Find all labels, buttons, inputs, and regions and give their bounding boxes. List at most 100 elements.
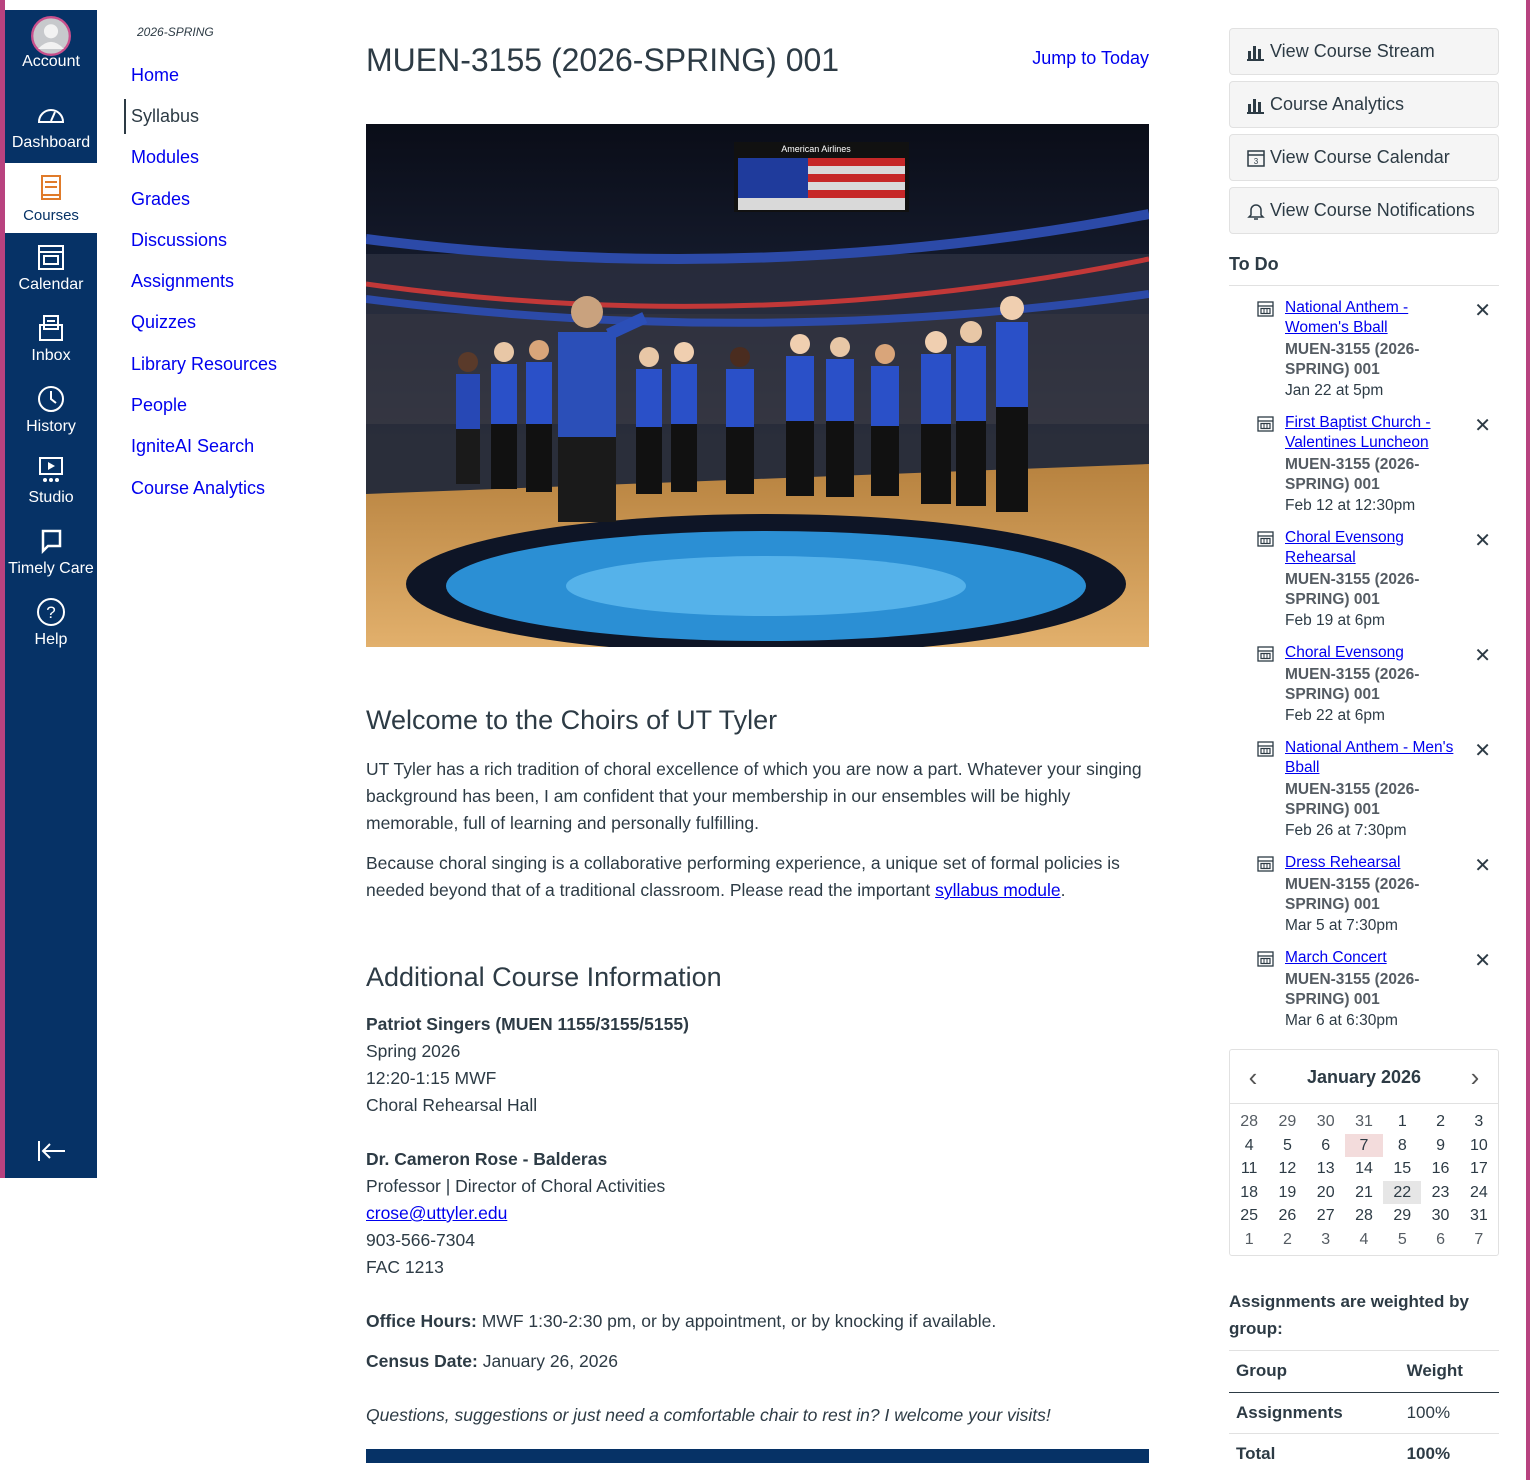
calendar-day[interactable]: 7 [1344, 1133, 1384, 1157]
calendar-day[interactable]: 22 [1383, 1180, 1422, 1204]
dashboard-icon [37, 109, 65, 123]
course-nav-discussions[interactable]: Discussions [124, 220, 324, 261]
view-course-notifications-button[interactable]: View Course Notifications [1229, 187, 1499, 234]
calendar-day[interactable]: 1 [1230, 1228, 1268, 1252]
global-nav-account[interactable]: Account [5, 16, 97, 88]
course-nav-library-resources[interactable]: Library Resources [124, 344, 324, 385]
global-nav-help[interactable]: ? Help [5, 595, 97, 665]
calendar-day[interactable]: 4 [1345, 1228, 1383, 1252]
calendar-day[interactable]: 27 [1307, 1204, 1345, 1228]
calendar-day[interactable]: 21 [1345, 1181, 1383, 1205]
calendar-day[interactable]: 6 [1421, 1228, 1459, 1252]
todo-title-link[interactable]: National Anthem - Men's Bball [1285, 738, 1463, 778]
calendar-day[interactable]: 14 [1345, 1157, 1383, 1181]
view-course-stream-button[interactable]: View Course Stream [1229, 28, 1499, 75]
calendar-icon [1257, 531, 1274, 547]
view-course-calendar-button[interactable]: 3 View Course Calendar [1229, 134, 1499, 181]
calendar-day[interactable]: 30 [1421, 1204, 1459, 1228]
course-nav-modules[interactable]: Modules [124, 137, 324, 178]
global-nav-studio[interactable]: Studio [5, 453, 97, 523]
course-nav-quizzes[interactable]: Quizzes [124, 302, 324, 343]
todo-title-link[interactable]: Choral Evensong [1285, 643, 1463, 663]
global-nav-label: Calendar [18, 276, 84, 293]
todo-title-link[interactable]: March Concert [1285, 948, 1463, 968]
calendar-day[interactable]: 12 [1268, 1157, 1306, 1181]
calendar-day[interactable]: 29 [1383, 1204, 1421, 1228]
clock-icon [38, 386, 64, 412]
calendar-day[interactable]: 2 [1421, 1110, 1459, 1134]
todo-title-link[interactable]: First Baptist Church - Valentines Lunche… [1285, 413, 1463, 453]
calendar-day[interactable]: 3 [1460, 1110, 1498, 1134]
calendar-day[interactable]: 9 [1421, 1134, 1459, 1158]
calendar-day[interactable]: 5 [1383, 1228, 1421, 1252]
course-nav-syllabus[interactable]: Syllabus [124, 99, 324, 135]
course-analytics-button[interactable]: Course Analytics [1229, 81, 1499, 128]
global-nav-timely-care[interactable]: Timely Care [5, 524, 97, 594]
calendar-icon [1257, 951, 1274, 967]
calendar-day[interactable]: 13 [1307, 1157, 1345, 1181]
calendar-day[interactable]: 19 [1268, 1181, 1306, 1205]
calendar-day[interactable]: 17 [1460, 1157, 1498, 1181]
calendar-day[interactable]: 7 [1460, 1228, 1498, 1252]
global-nav-calendar[interactable]: Calendar [5, 240, 97, 310]
calendar-day[interactable]: 24 [1460, 1181, 1498, 1205]
calendar-day[interactable]: 8 [1383, 1134, 1421, 1158]
close-icon[interactable]: ✕ [1474, 528, 1491, 553]
course-nav-assignments[interactable]: Assignments [124, 261, 324, 302]
todo-title-link[interactable]: Dress Rehearsal [1285, 853, 1463, 873]
jump-to-today-link[interactable]: Jump to Today [1032, 48, 1149, 69]
calendar-day[interactable]: 20 [1307, 1181, 1345, 1205]
todo-title-link[interactable]: National Anthem - Women's Bball [1285, 298, 1463, 338]
calendar-day[interactable]: 4 [1230, 1134, 1268, 1158]
course-nav-ignite-search[interactable]: IgniteAI Search [124, 426, 324, 467]
calendar-day[interactable]: 25 [1230, 1204, 1268, 1228]
todo-course: MUEN-3155 (2026-SPRING) 001 [1285, 571, 1420, 608]
calendar-day[interactable]: 28 [1345, 1204, 1383, 1228]
syllabus-module-link[interactable]: syllabus module [935, 880, 1060, 900]
course-nav-home[interactable]: Home [124, 55, 324, 96]
todo-course: MUEN-3155 (2026-SPRING) 001 [1285, 971, 1420, 1008]
right-sidebar: View Course Stream Course Analytics 3 Vi… [1229, 28, 1499, 1474]
studio-icon [39, 457, 63, 482]
global-nav-courses[interactable]: Courses [5, 163, 97, 233]
instructor-email-link[interactable]: crose@uttyler.edu [366, 1203, 507, 1223]
census-label: Census Date: [366, 1351, 478, 1371]
calendar-day[interactable]: 5 [1268, 1134, 1306, 1158]
global-nav-dashboard[interactable]: Dashboard [5, 98, 97, 168]
close-icon[interactable]: ✕ [1474, 643, 1491, 668]
calendar-day[interactable]: 11 [1230, 1157, 1268, 1181]
chevron-left-icon[interactable]: ‹ [1236, 1050, 1270, 1104]
calendar-day[interactable]: 1 [1383, 1110, 1421, 1134]
close-icon[interactable]: ✕ [1474, 853, 1491, 878]
calendar-day[interactable]: 6 [1307, 1134, 1345, 1158]
calendar-icon [1257, 741, 1274, 757]
calendar-day[interactable]: 26 [1268, 1204, 1306, 1228]
calendar-day[interactable]: 31 [1345, 1110, 1383, 1134]
close-icon[interactable]: ✕ [1474, 298, 1491, 323]
calendar-day[interactable]: 29 [1268, 1110, 1306, 1134]
close-icon[interactable]: ✕ [1474, 738, 1491, 763]
choir-photo: American Airlines [366, 124, 1149, 647]
collapse-nav-icon[interactable] [33, 1136, 69, 1166]
global-nav-inbox[interactable]: Inbox [5, 311, 97, 381]
calendar-day[interactable]: 10 [1460, 1134, 1498, 1158]
calendar-day[interactable]: 28 [1230, 1110, 1268, 1134]
calendar-day[interactable]: 30 [1307, 1110, 1345, 1134]
chevron-right-icon[interactable]: › [1458, 1050, 1492, 1104]
course-nav-grades[interactable]: Grades [124, 179, 324, 220]
todo-course: MUEN-3155 (2026-SPRING) 001 [1285, 666, 1420, 703]
calendar-day[interactable]: 31 [1460, 1204, 1498, 1228]
todo-title-link[interactable]: Choral Evensong Rehearsal [1285, 528, 1463, 568]
calendar-day[interactable]: 23 [1421, 1181, 1459, 1205]
calendar-day[interactable]: 2 [1268, 1228, 1306, 1252]
calendar-day[interactable]: 3 [1307, 1228, 1345, 1252]
calendar-day[interactable]: 18 [1230, 1181, 1268, 1205]
close-icon[interactable]: ✕ [1474, 413, 1491, 438]
global-nav-history[interactable]: History [5, 382, 97, 452]
course-nav-people[interactable]: People [124, 385, 324, 426]
close-icon[interactable]: ✕ [1474, 948, 1491, 973]
calendar-day[interactable]: 15 [1383, 1157, 1421, 1181]
calendar-day[interactable]: 16 [1421, 1157, 1459, 1181]
course-nav-course-analytics[interactable]: Course Analytics [124, 468, 324, 509]
calendar-icon [1257, 856, 1274, 872]
